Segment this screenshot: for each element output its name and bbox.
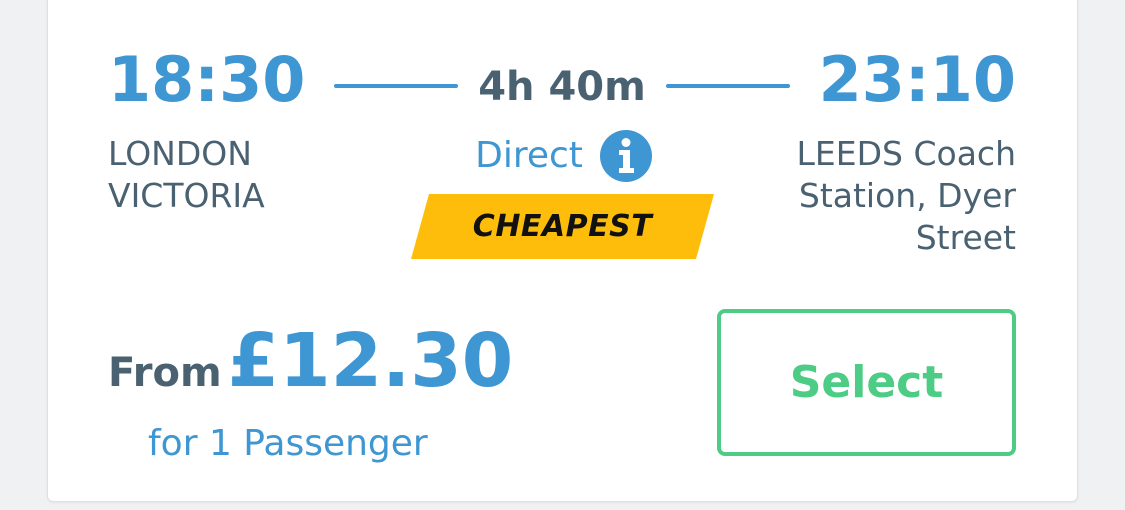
price-row: From £12.30 <box>108 318 513 404</box>
departure-station-line: LONDON <box>108 134 252 173</box>
departure-time: 18:30 <box>108 43 306 116</box>
duration-line-right <box>666 84 790 88</box>
arrival-station-line: Station, Dyer <box>798 176 1016 215</box>
journey-duration: 4h 40m <box>478 64 646 110</box>
duration-line-left <box>334 84 458 88</box>
from-label: From <box>108 350 222 396</box>
arrival-station-line: Street <box>915 218 1016 257</box>
price-amount: £12.30 <box>227 318 514 404</box>
arrival-station: LEEDS Coach Station, Dyer Street <box>736 133 1016 259</box>
arrival-time: 23:10 <box>818 43 1016 116</box>
departure-station-line: VICTORIA <box>108 176 265 215</box>
badge-label: CHEAPEST <box>472 209 653 244</box>
route-type-label: Direct <box>475 135 583 176</box>
route-type-row: Direct <box>434 130 694 182</box>
passenger-count: for 1 Passenger <box>148 423 428 464</box>
cheapest-badge: CHEAPEST <box>411 194 714 259</box>
arrival-station-line: LEEDS Coach <box>796 134 1016 173</box>
departure-station: LONDON VICTORIA <box>108 133 368 217</box>
select-button[interactable]: Select <box>717 309 1016 456</box>
info-icon[interactable] <box>599 129 653 183</box>
duration-row: 4h 40m <box>334 62 790 112</box>
